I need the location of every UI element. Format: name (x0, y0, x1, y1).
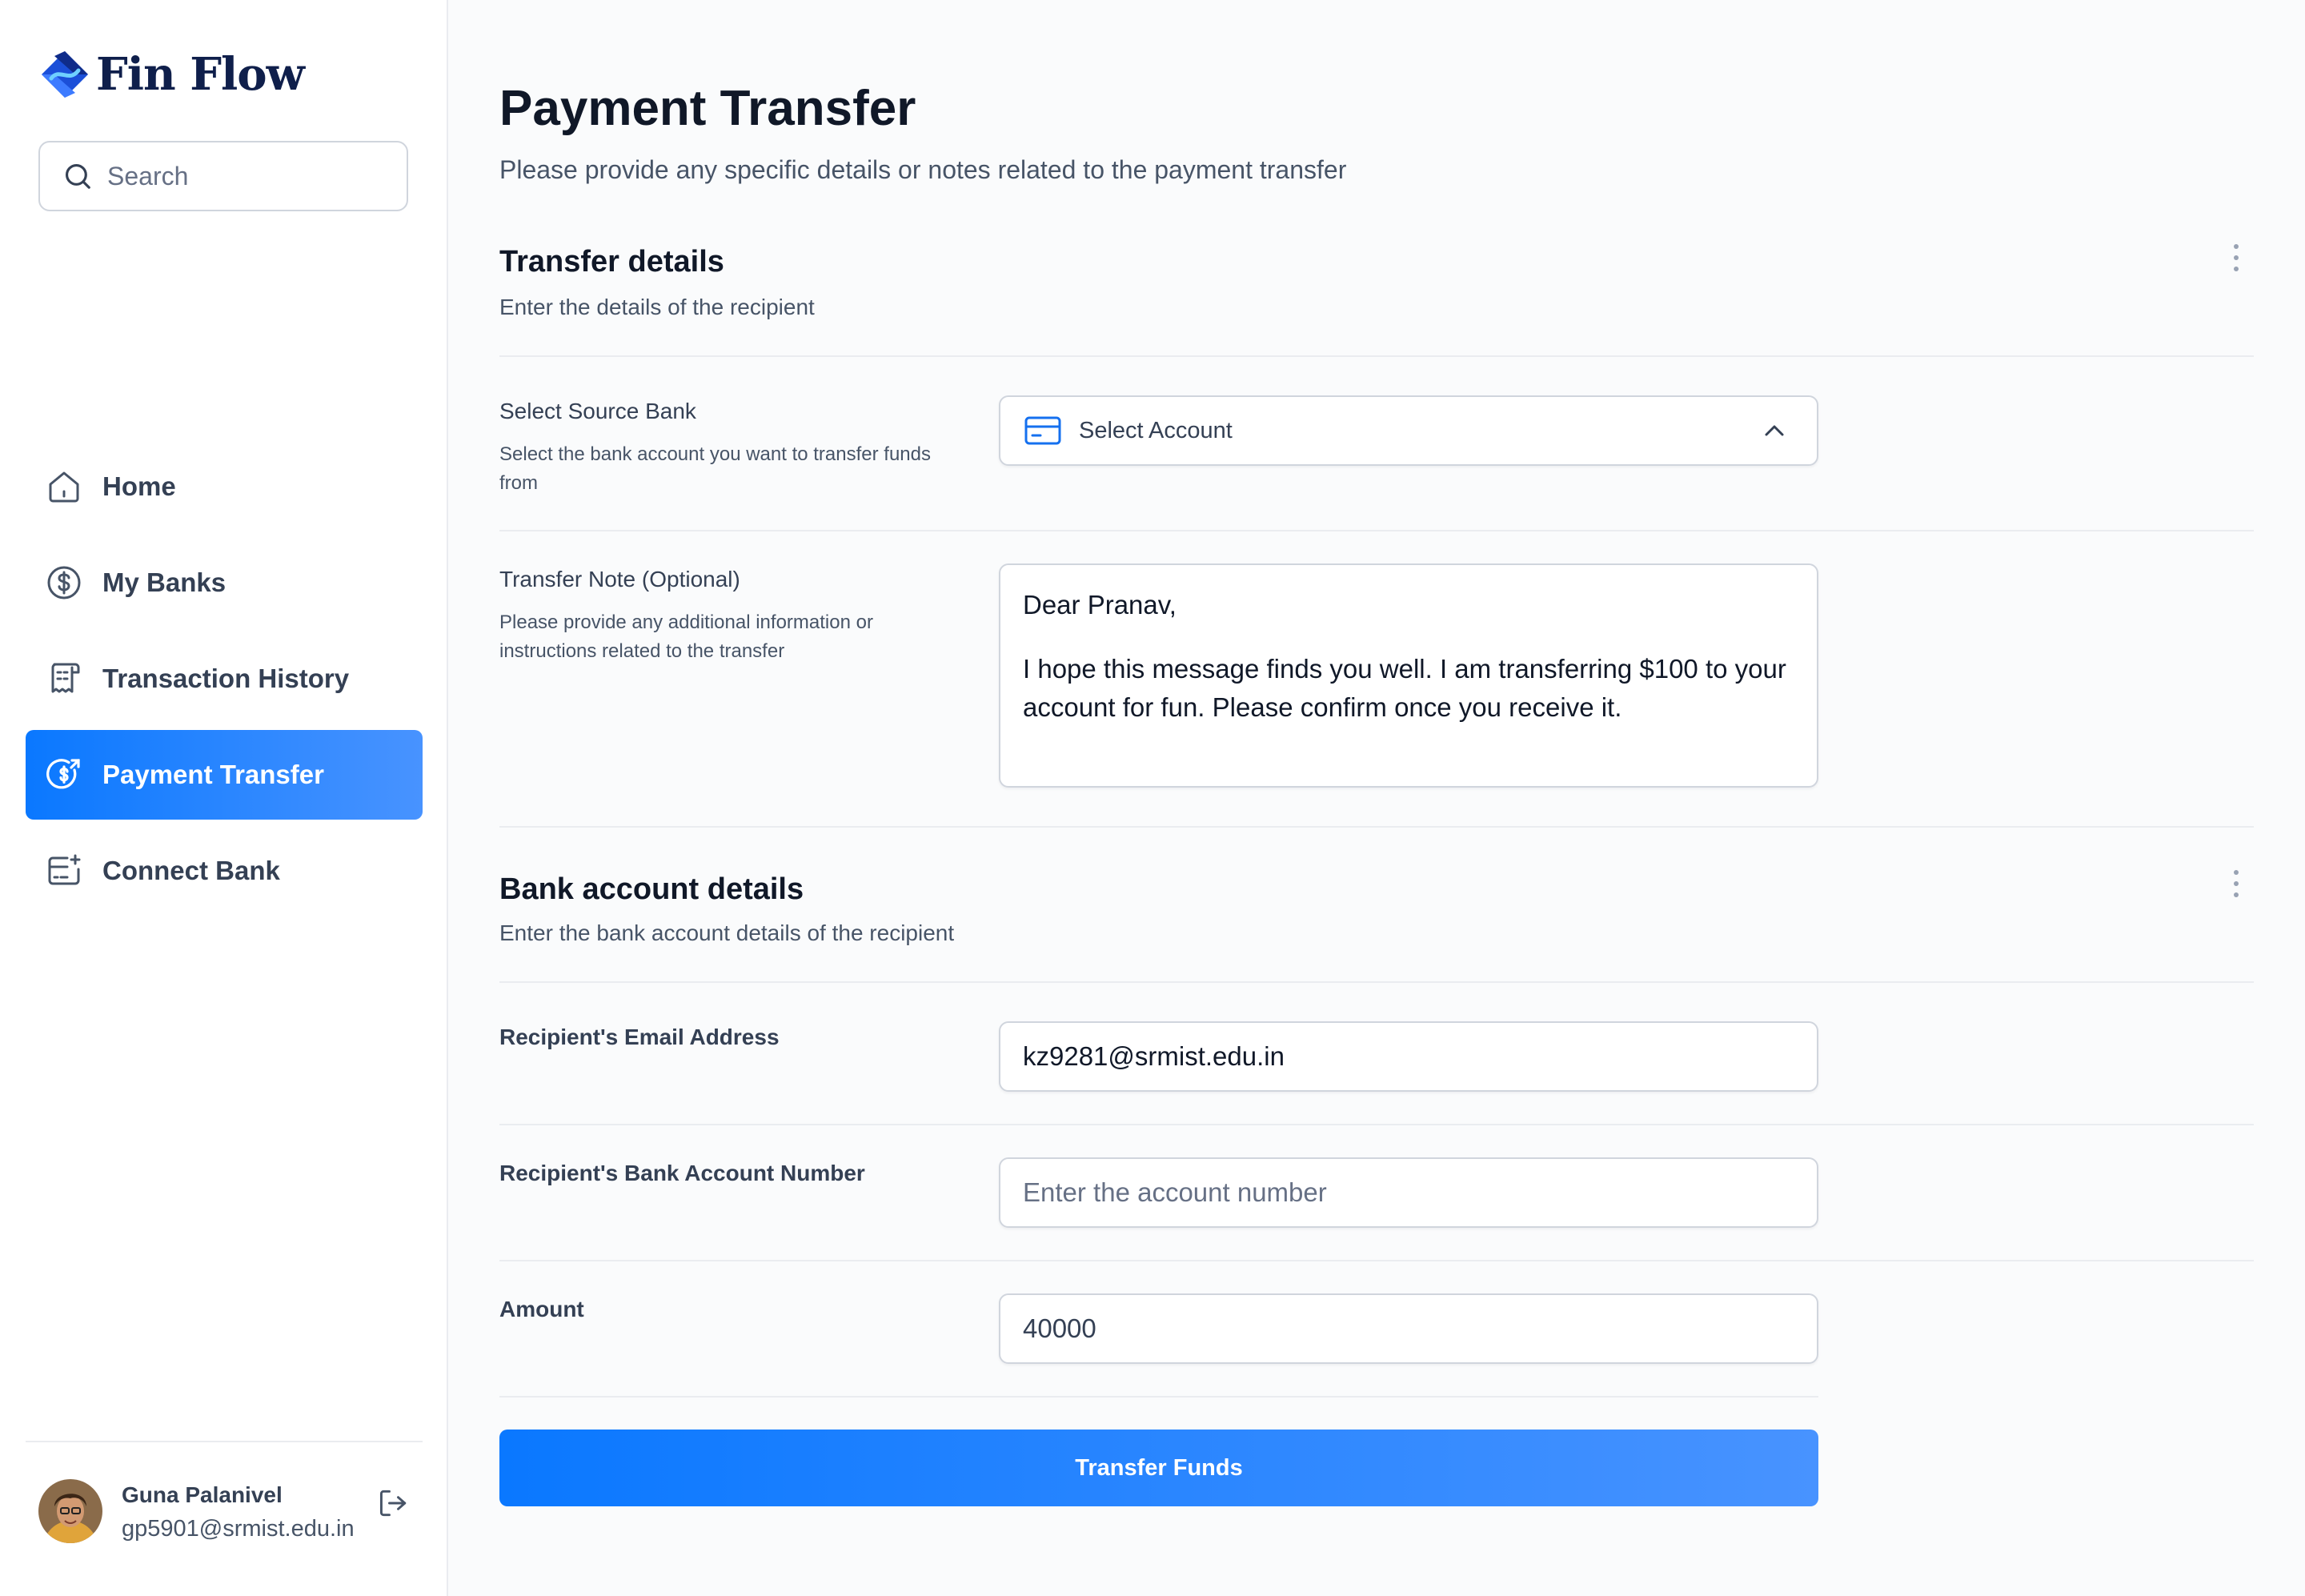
fin-flow-logo-icon (42, 51, 88, 98)
user-name: Guna Palanivel (122, 1482, 283, 1507)
sidebar-item-connect-bank[interactable]: Connect Bank (26, 826, 423, 916)
section-divider (499, 826, 2254, 828)
note-body: I hope this message finds you well. I am… (1023, 654, 1786, 722)
section-divider (499, 355, 2254, 357)
account-number-input[interactable]: Enter the account number (999, 1157, 1818, 1228)
user-email: gp5901@srmist.edu.in (122, 1516, 355, 1542)
source-bank-help: Select the bank account you want to tran… (499, 443, 931, 494)
account-number-label: Recipient's Bank Account Number (499, 1161, 865, 1185)
source-bank-select[interactable]: Select Account (999, 395, 1818, 466)
receipt-icon (51, 663, 80, 693)
recipient-email-input[interactable]: kz9281@srmist.edu.in (999, 1021, 1818, 1092)
amount-input[interactable]: 40000 (999, 1293, 1818, 1364)
more-options-icon[interactable] (2228, 242, 2244, 274)
row-divider (499, 1124, 2254, 1125)
transfer-note-label: Transfer Note (Optional) (499, 567, 740, 591)
amount-label: Amount (499, 1297, 584, 1321)
row-divider (499, 530, 2254, 531)
more-options-icon[interactable] (2228, 868, 2244, 900)
sidebar: Fin Flow Search Home My Banks Transactio… (0, 0, 448, 1596)
sidebar-footer-divider (26, 1441, 423, 1442)
transfer-note-textarea[interactable]: Dear Pranav, I hope this message finds y… (999, 563, 1818, 788)
transfer-details-subtitle: Enter the details of the recipient (499, 295, 815, 319)
search-placeholder: Search (107, 161, 189, 190)
avatar[interactable] (38, 1479, 102, 1543)
sidebar-item-label: Home (102, 471, 176, 501)
sidebar-item-label: Transaction History (102, 664, 350, 693)
sidebar-item-my-banks[interactable]: My Banks (26, 538, 423, 628)
chevron-up-icon (1765, 425, 1784, 436)
dollar-circle-icon (47, 566, 81, 600)
sidebar-item-transaction-history[interactable]: Transaction History (26, 634, 423, 724)
row-divider (499, 1260, 2254, 1261)
logout-icon[interactable] (376, 1486, 411, 1521)
card-add-icon (48, 854, 81, 885)
source-bank-label: Select Source Bank (499, 399, 696, 423)
sidebar-item-label: Payment Transfer (102, 760, 324, 789)
sidebar-item-label: Connect Bank (102, 856, 280, 885)
app-name: Fin Flow (96, 48, 305, 101)
row-divider (499, 1396, 1818, 1398)
search-icon (65, 163, 90, 189)
recipient-email-label: Recipient's Email Address (499, 1025, 780, 1049)
sidebar-item-payment-transfer[interactable]: Payment Transfer (26, 730, 423, 820)
home-icon (49, 471, 79, 503)
transfer-details-title: Transfer details (499, 245, 724, 279)
page-title: Payment Transfer (499, 81, 916, 136)
bank-details-title: Bank account details (499, 872, 804, 906)
page-subtitle: Please provide any specific details or n… (499, 155, 1347, 184)
search-input[interactable]: Search (38, 141, 408, 211)
app-logo[interactable]: Fin Flow (38, 48, 305, 101)
money-send-icon (46, 759, 80, 789)
credit-card-icon (1024, 416, 1061, 445)
transfer-funds-button[interactable]: Transfer Funds (499, 1430, 1818, 1506)
section-divider (499, 981, 2254, 983)
transfer-note-help: Please provide any additional informatio… (499, 612, 873, 662)
sidebar-item-home[interactable]: Home (26, 442, 423, 531)
note-greeting: Dear Pranav, (1023, 590, 1177, 620)
user-avatar-image (38, 1479, 102, 1543)
source-bank-value: Select Account (1079, 417, 1233, 443)
bank-details-subtitle: Enter the bank account details of the re… (499, 920, 955, 945)
sidebar-item-label: My Banks (102, 567, 226, 597)
